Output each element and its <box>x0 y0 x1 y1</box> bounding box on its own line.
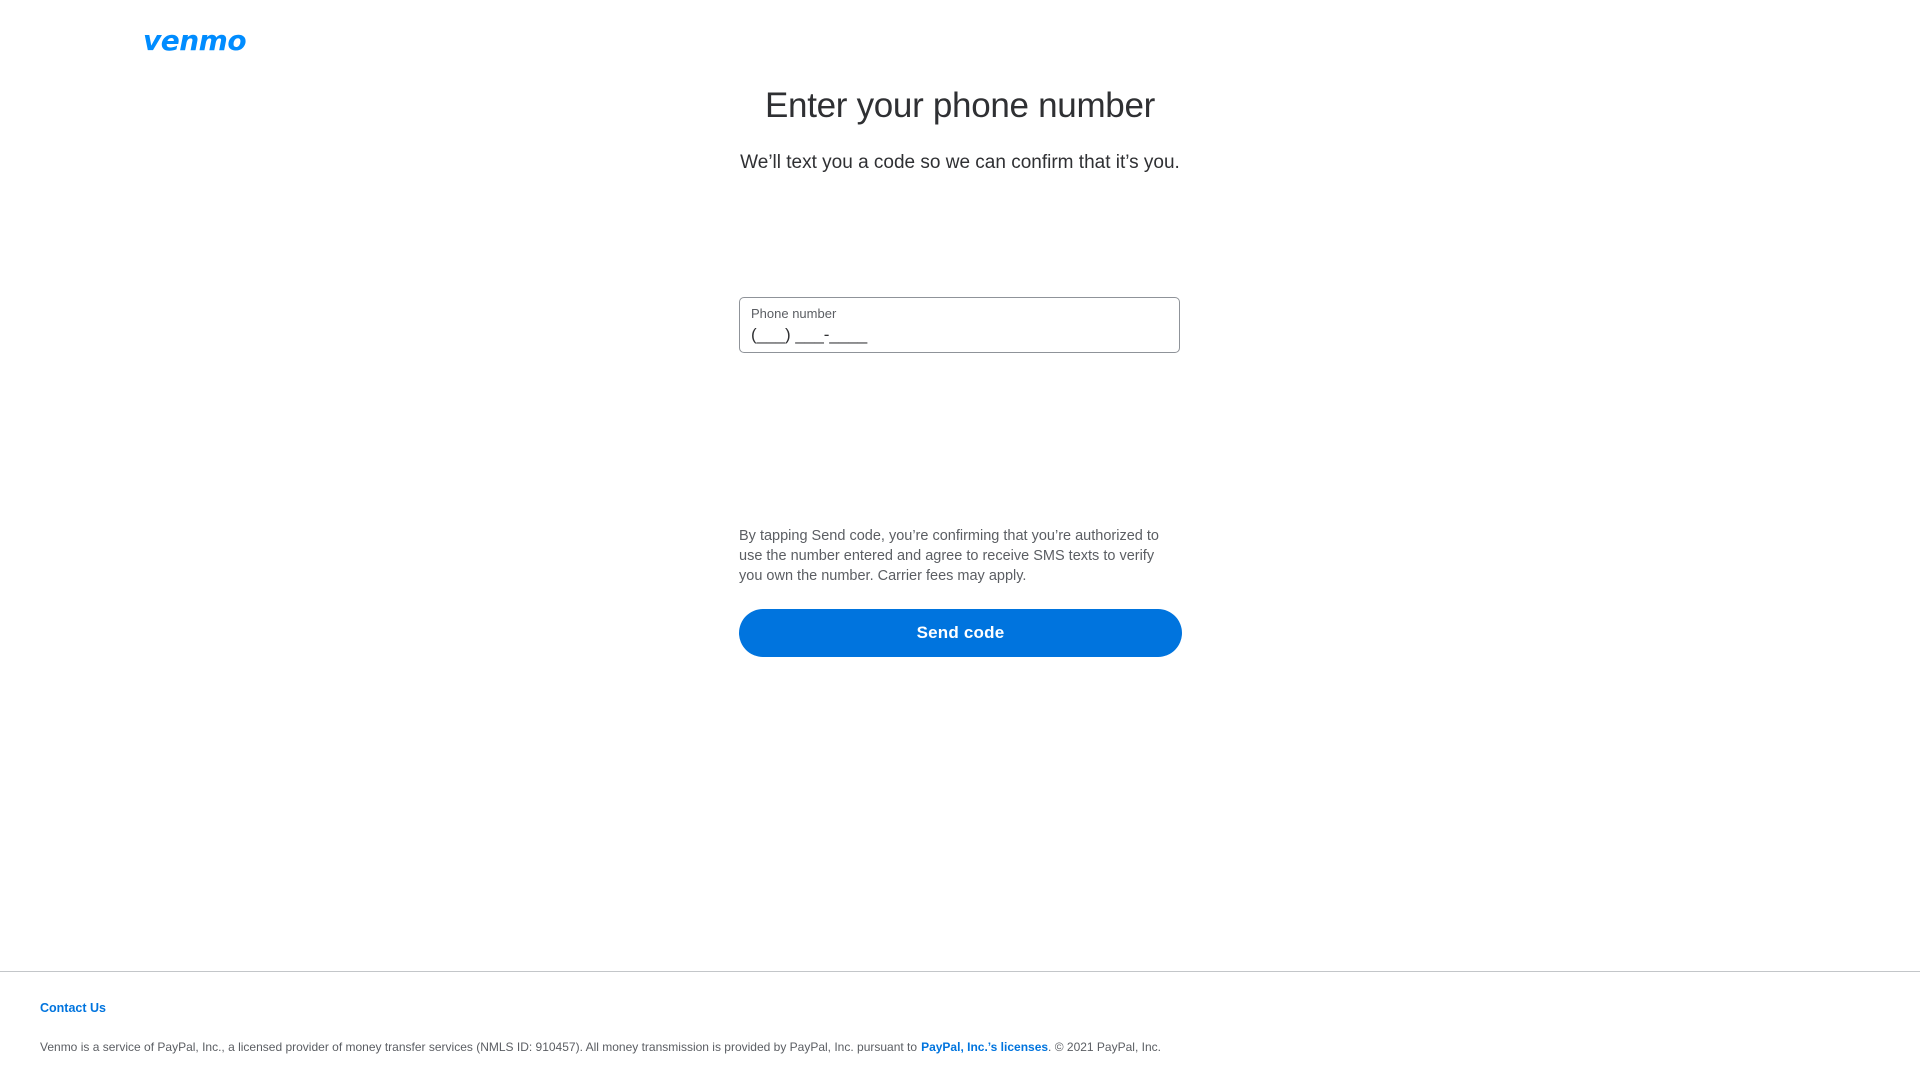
phone-number-field[interactable]: Phone number <box>739 297 1180 353</box>
send-code-button[interactable]: Send code <box>739 609 1182 657</box>
phone-number-label: Phone number <box>751 306 837 321</box>
legal-text-suffix: . © 2021 PayPal, Inc. <box>1048 1040 1161 1054</box>
page-subtitle: We’ll text you a code so we can confirm … <box>740 152 1180 173</box>
venmo-logo[interactable]: venmo <box>143 26 247 56</box>
legal-text-prefix: Venmo is a service of PayPal, Inc., a li… <box>40 1040 918 1054</box>
contact-us-link[interactable]: Contact Us <box>40 1000 106 1016</box>
page-title: Enter your phone number <box>764 86 1155 125</box>
page: venmo Enter your phone number We’ll text… <box>0 0 1920 1080</box>
paypal-licenses-link[interactable]: PayPal, Inc.’s licenses <box>921 1040 1048 1054</box>
sms-disclaimer: By tapping Send code, you’re confirming … <box>739 528 1159 584</box>
footer: Contact Us Venmo is a service of PayPal,… <box>0 971 1920 1080</box>
phone-number-input[interactable] <box>751 324 1171 346</box>
legal-notice: Venmo is a service of PayPal, Inc., a li… <box>40 1039 1161 1055</box>
